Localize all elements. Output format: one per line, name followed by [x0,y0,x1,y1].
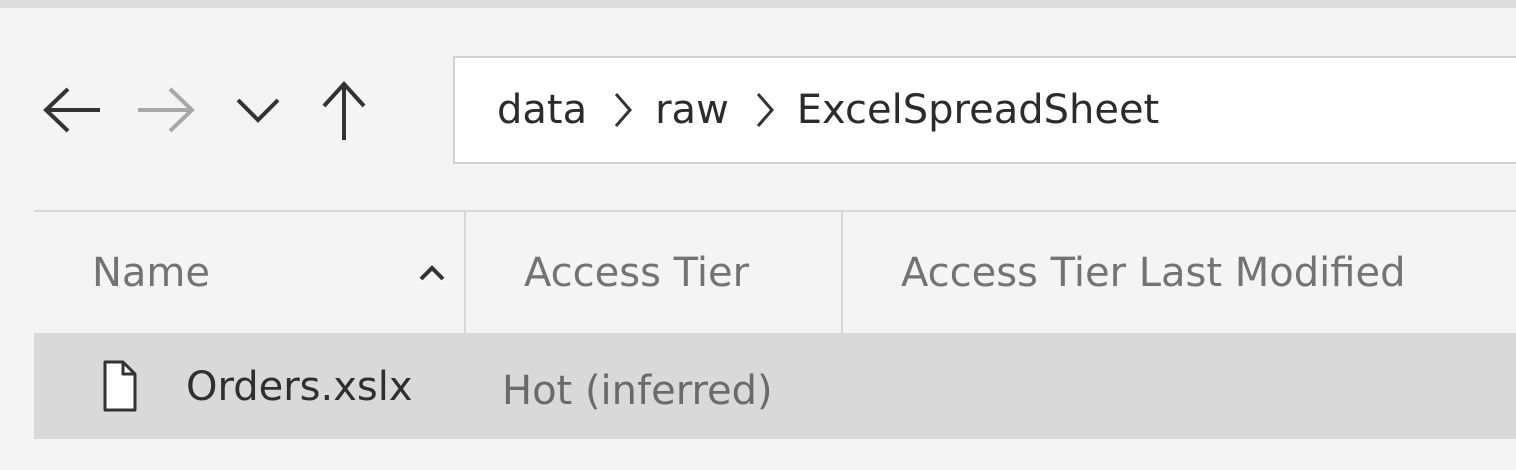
recent-locations-button[interactable] [220,72,296,148]
arrow-right-icon [138,87,195,133]
chevron-down-icon [236,98,280,123]
forward-button[interactable] [128,72,204,148]
column-label-name: Name [92,249,211,296]
up-button[interactable] [306,72,382,148]
column-label-access-tier-last-modified: Access Tier Last Modified [901,249,1406,296]
column-label-access-tier: Access Tier [524,249,750,296]
column-header: Name Access Tier Access Tier Last Modifi… [34,210,1516,335]
breadcrumb-raw[interactable]: raw [655,87,729,133]
arrow-up-icon [322,81,366,140]
chevron-right-icon [755,90,775,130]
chevron-right-icon [613,90,633,130]
file-row[interactable]: Orders.xslx Hot (inferred) [34,335,1516,439]
column-header-access-tier[interactable]: Access Tier [466,212,843,333]
address-bar[interactable]: data raw ExcelSpreadSheet [453,56,1516,164]
column-header-name[interactable]: Name [34,212,466,333]
breadcrumb-excelspreadsheet[interactable]: ExcelSpreadSheet [797,87,1159,133]
arrow-left-icon [43,87,100,133]
file-access-tier: Hot (inferred) [502,368,773,414]
window-top-edge [0,0,1516,8]
file-icon [103,360,137,412]
back-button[interactable] [34,72,110,148]
breadcrumb-data[interactable]: data [497,87,587,133]
chevron-up-icon [419,265,445,281]
file-name: Orders.xslx [186,364,413,410]
column-header-access-tier-last-modified[interactable]: Access Tier Last Modified [843,212,1516,333]
